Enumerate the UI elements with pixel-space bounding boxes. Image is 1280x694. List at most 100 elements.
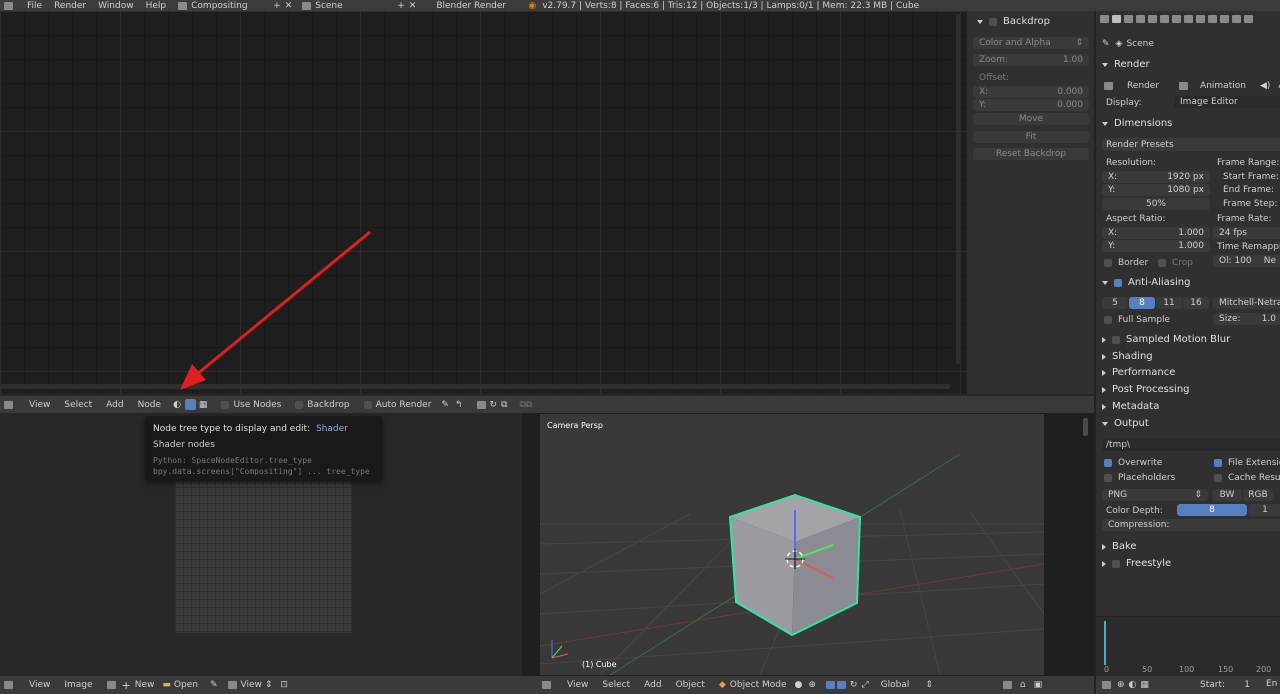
crop-toggle[interactable]: Crop <box>1158 258 1193 268</box>
material-tab-icon[interactable] <box>1208 15 1217 23</box>
snap-element-icon[interactable]: ↻ <box>490 400 498 410</box>
animation-button[interactable]: Animation <box>1200 81 1246 91</box>
file-format-select[interactable]: PNG ⇕ <box>1102 489 1208 501</box>
render-layers-tab-icon[interactable] <box>1124 15 1133 23</box>
fit-button[interactable]: Fit <box>973 131 1089 143</box>
anti-aliasing-header[interactable]: Anti-Aliasing <box>1102 277 1190 288</box>
copy-icon[interactable]: ⧉ <box>501 400 507 410</box>
texture-tab-icon[interactable] <box>1220 15 1229 23</box>
resolution-percentage[interactable]: 50% <box>1102 198 1210 210</box>
view3d-menu-add[interactable]: Add <box>644 680 661 690</box>
resolution-y-field[interactable]: Y: 1080 px <box>1102 184 1210 196</box>
uv-snap-icon[interactable]: ⊡ <box>280 680 288 690</box>
rotate-icon[interactable]: ↻ <box>850 680 858 690</box>
editor-type-icon[interactable] <box>1100 15 1109 23</box>
editor-type-icon[interactable] <box>4 1 13 10</box>
editor-type-icon[interactable] <box>542 681 551 689</box>
border-toggle[interactable]: Border <box>1104 258 1148 268</box>
frame-rate-select[interactable]: 24 fps <box>1213 227 1280 239</box>
constraints-tab-icon[interactable] <box>1172 15 1181 23</box>
view-mode-icon[interactable] <box>227 681 237 689</box>
use-nodes-checkbox[interactable] <box>221 400 230 409</box>
pin-icon[interactable]: ✎ <box>210 680 218 690</box>
motion-blur-header[interactable]: Sampled Motion Blur <box>1102 334 1230 345</box>
current-frame-marker[interactable] <box>1104 621 1106 665</box>
node-menu-node[interactable]: Node <box>138 400 162 410</box>
node-menu-select[interactable]: Select <box>64 400 92 410</box>
scene-selector[interactable]: Scene <box>315 1 385 11</box>
file-extensions-toggle[interactable]: File Extension <box>1214 458 1280 468</box>
render-presets-select[interactable]: Render Presets <box>1102 138 1280 151</box>
compression-field[interactable]: Compression: <box>1102 519 1280 531</box>
node-menu-view[interactable]: View <box>29 400 50 410</box>
resolution-x-field[interactable]: X: 1920 px <box>1102 171 1210 183</box>
world-tab-icon[interactable] <box>1148 15 1157 23</box>
physics-tab-icon[interactable] <box>1244 15 1253 23</box>
color-depth-8-button[interactable]: 8 <box>1177 504 1247 516</box>
layout-icon[interactable] <box>178 1 188 10</box>
time-remap-fields[interactable]: Ol: 100 Ne <box>1213 255 1280 267</box>
end-frame-field[interactable]: En <box>1266 679 1277 689</box>
menu-file[interactable]: File <box>27 1 42 11</box>
aa-sample-16[interactable]: 16 <box>1183 297 1209 309</box>
aspect-y-field[interactable]: Y: 1.000 <box>1102 240 1210 252</box>
backdrop-toggle-checkbox[interactable] <box>295 400 304 409</box>
reset-backdrop-button[interactable]: Reset Backdrop <box>973 148 1089 160</box>
display-select[interactable]: Image Editor <box>1174 96 1280 108</box>
dimensions-section-header[interactable]: Dimensions <box>1102 118 1172 129</box>
data-tab-icon[interactable] <box>1196 15 1205 23</box>
render-tab-icon[interactable] <box>1112 15 1121 23</box>
color-bw-button[interactable]: BW <box>1212 489 1242 501</box>
view3d-scrollbar[interactable] <box>1083 418 1088 436</box>
scene-tab-icon[interactable] <box>1136 15 1145 23</box>
post-processing-header[interactable]: Post Processing <box>1102 384 1190 395</box>
manipulator-icon[interactable] <box>825 681 835 689</box>
node-editor-scrollbar-v[interactable] <box>956 14 961 364</box>
particles-tab-icon[interactable] <box>1232 15 1241 23</box>
open-image-button[interactable]: Open <box>174 680 198 690</box>
output-header[interactable]: Output <box>1102 418 1149 429</box>
editor-type-icon[interactable] <box>1102 681 1111 689</box>
output-path-field[interactable]: /tmp\ <box>1102 438 1280 451</box>
pin-icon[interactable]: ✎ <box>1102 39 1110 49</box>
performance-header[interactable]: Performance <box>1102 367 1175 378</box>
aspect-x-field[interactable]: X: 1.000 <box>1102 227 1210 239</box>
layers-icon[interactable] <box>1002 681 1012 689</box>
aa-sample-8[interactable]: 8 <box>1129 297 1155 309</box>
keying-icon[interactable]: ⊕ <box>1117 680 1125 690</box>
shader-tree-icon[interactable]: ◐ <box>173 400 181 410</box>
pivot-icon[interactable]: ⊕ <box>808 680 816 690</box>
add-layout-icon[interactable]: + <box>273 1 281 11</box>
menu-window[interactable]: Window <box>98 1 134 11</box>
modifiers-tab-icon[interactable] <box>1184 15 1193 23</box>
snap-toggle-icon[interactable]: ⌂ <box>1020 680 1026 690</box>
transform-orientation-select[interactable]: Global <box>881 680 910 690</box>
folder-icon[interactable]: ▬ <box>162 680 171 690</box>
object-mode-icon[interactable]: ◆ <box>719 680 726 690</box>
marker-icon[interactable]: ▦ <box>1140 680 1149 690</box>
image-canvas[interactable] <box>175 479 352 633</box>
aa-filter-select[interactable]: Mitchell-Netraval <box>1213 297 1280 309</box>
new-image-icon[interactable]: + <box>122 679 131 692</box>
snap-icon[interactable] <box>476 400 486 409</box>
timeline-area[interactable]: 0 50 100 150 200 <box>1094 616 1280 676</box>
render-engine-selector[interactable]: Blender Render <box>436 1 516 11</box>
translate-icon[interactable] <box>836 681 846 689</box>
backdrop-header[interactable]: Backdrop <box>977 14 1050 29</box>
paste-icon[interactable]: ⧉⧉ <box>519 400 532 410</box>
node-menu-add[interactable]: Add <box>106 400 123 410</box>
full-sample-toggle[interactable]: Full Sample <box>1104 315 1170 325</box>
new-image-button[interactable]: New <box>135 680 155 690</box>
parent-tree-icon[interactable]: ↰ <box>455 400 463 410</box>
aa-sample-5[interactable]: 5 <box>1102 297 1128 309</box>
view3d-menu-view[interactable]: View <box>567 680 588 690</box>
bake-header[interactable]: Bake <box>1102 541 1137 552</box>
menu-render[interactable]: Render <box>54 1 86 11</box>
cache-result-toggle[interactable]: Cache Result <box>1214 473 1280 483</box>
aa-sample-11[interactable]: 11 <box>1156 297 1182 309</box>
render-preview-icon[interactable]: ▣ <box>1034 680 1043 690</box>
layout-selector[interactable]: Compositing <box>191 1 261 11</box>
pin-icon[interactable]: ✎ <box>441 400 449 410</box>
render-button[interactable]: Render <box>1127 81 1159 91</box>
node-editor-scrollbar-h[interactable] <box>0 384 950 389</box>
